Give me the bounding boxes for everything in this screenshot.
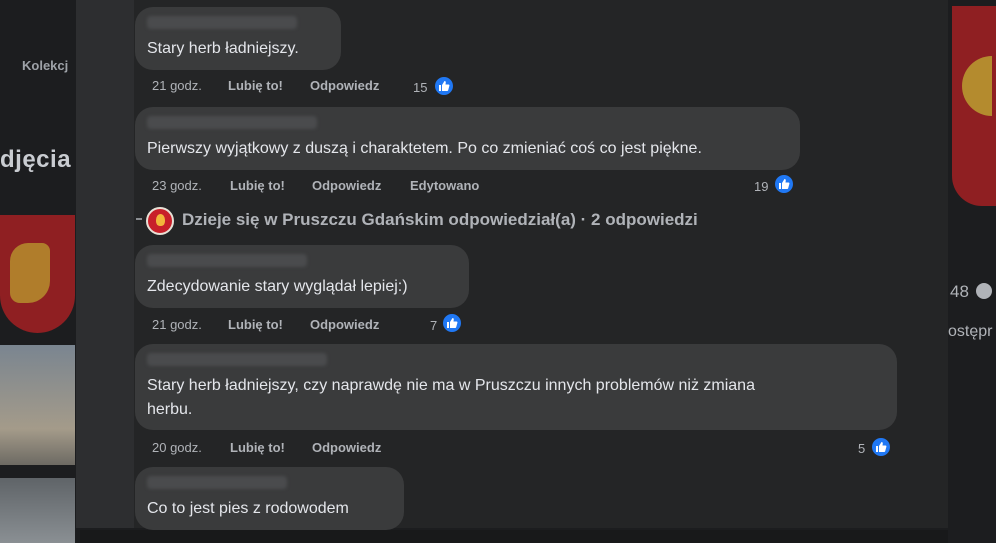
coat-of-arms-image [0, 215, 75, 333]
comment-text: Pierwszy wyjątkowy z duszą i charaktetem… [147, 140, 702, 157]
nav-zdjecia-label: djęcia [0, 146, 72, 173]
like-button[interactable]: Lubię to! [228, 78, 283, 93]
like-button[interactable]: Lubię to! [230, 178, 285, 193]
comment-text: Co to jest pies z rodowodem [147, 500, 349, 517]
comment-text: Zdecydowanie stary wyglądał lepiej:) [147, 278, 408, 295]
comment-text: Stary herb ładniejszy. [147, 40, 299, 57]
comment-time[interactable]: 21 godz. [152, 78, 202, 93]
reaction-count[interactable]: 5 [858, 441, 865, 456]
author-name-blurred[interactable] [147, 353, 327, 366]
reaction-count[interactable]: 15 [413, 80, 427, 95]
comment-bubble: Co to jest pies z rodowodem [135, 467, 404, 530]
comments-panel: Stary herb ładniejszy. 21 godz. Lubię to… [76, 0, 948, 530]
reaction-count[interactable]: 19 [754, 179, 768, 194]
comment-bubble: Stary herb ładniejszy, czy naprawdę nie … [135, 344, 897, 430]
reaction-count[interactable]: 7 [430, 318, 437, 333]
nav-kolekcje-label: Kolekcj [22, 58, 69, 73]
comment-count: 48 [950, 282, 969, 301]
author-name-blurred[interactable] [147, 476, 287, 489]
thumbs-up-icon [870, 436, 892, 458]
photo-thumbnail [0, 478, 75, 543]
author-name-blurred[interactable] [147, 254, 307, 267]
comment-text-line: herbu. [147, 401, 193, 418]
page-avatar[interactable] [146, 207, 174, 235]
reply-arrow-icon [136, 218, 142, 220]
comment-time[interactable]: 20 godz. [152, 440, 202, 455]
reply-button[interactable]: Odpowiedz [310, 78, 379, 93]
thumbs-up-icon [433, 75, 455, 97]
reply-button[interactable]: Odpowiedz [312, 178, 381, 193]
author-name-blurred[interactable] [147, 16, 297, 29]
reply-button[interactable]: Odpowiedz [312, 440, 381, 455]
author-name-blurred[interactable] [147, 116, 317, 129]
replies-summary-text[interactable]: Dzieje się w Pruszczu Gdańskim odpowiedz… [182, 210, 698, 230]
comment-time[interactable]: 23 godz. [152, 178, 202, 193]
thumbs-up-icon [773, 173, 795, 195]
comment-bubble: Pierwszy wyjątkowy z duszą i charaktetem… [135, 107, 800, 170]
comment-bubble: Zdecydowanie stary wyglądał lepiej:) [135, 245, 469, 308]
background-label: ostępr [948, 323, 993, 340]
background-left-panel: Kolekcj djęcia [0, 0, 80, 543]
edited-label: Edytowano [410, 178, 480, 193]
like-button[interactable]: Lubię to! [230, 440, 285, 455]
thumbs-up-icon [441, 312, 463, 334]
panel-left-gutter [76, 0, 134, 530]
reply-button[interactable]: Odpowiedz [310, 317, 379, 332]
comment-text-line: Stary herb ładniejszy, czy naprawdę nie … [147, 377, 755, 394]
comment-time[interactable]: 21 godz. [152, 317, 202, 332]
coat-of-arms-image [952, 6, 996, 206]
background-right-panel: 48 ostępr [948, 0, 996, 543]
photo-thumbnail [0, 345, 75, 465]
comment-bubble: Stary herb ładniejszy. [135, 7, 341, 70]
comment-icon [976, 283, 992, 299]
like-button[interactable]: Lubię to! [228, 317, 283, 332]
